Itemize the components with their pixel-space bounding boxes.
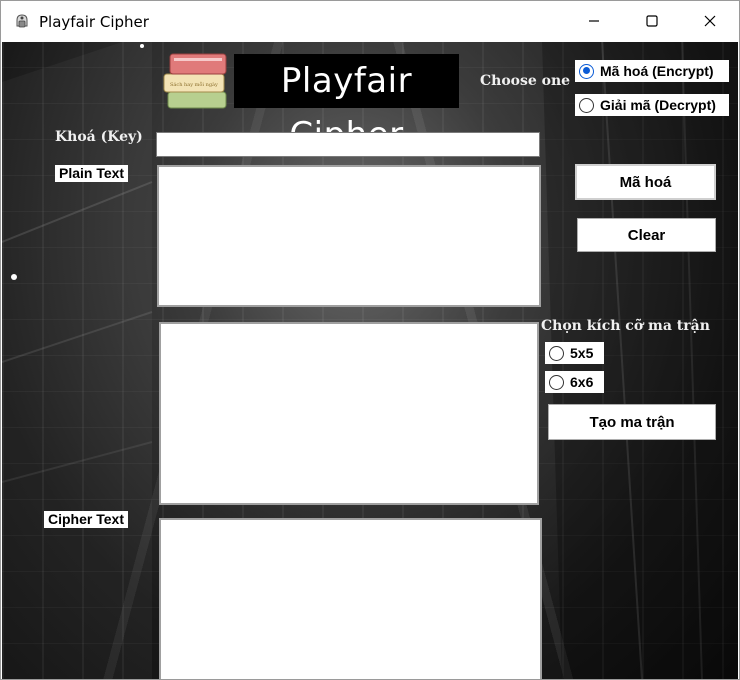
- app-icon: [16, 14, 28, 28]
- minimize-icon: [589, 20, 599, 22]
- matrix-size-label: Chọn kích cỡ ma trận: [541, 318, 710, 334]
- clear-button[interactable]: Clear: [577, 218, 716, 252]
- title-bar: Playfair Cipher: [1, 1, 739, 41]
- radio-encrypt[interactable]: Mã hoá (Encrypt): [575, 60, 729, 82]
- radio-decrypt[interactable]: Giải mã (Decrypt): [575, 94, 729, 116]
- radio-size-5x5[interactable]: 5x5: [545, 342, 604, 364]
- radio-encrypt-label: Mã hoá (Encrypt): [600, 63, 714, 79]
- radio-decrypt-label: Giải mã (Decrypt): [600, 97, 716, 113]
- radio-6x6-label: 6x6: [570, 374, 594, 390]
- close-icon: [704, 15, 716, 27]
- app-window: Playfair Cipher Sách hay mỗi ngày Playfa…: [0, 0, 740, 680]
- radio-5x5-label: 5x5: [570, 345, 594, 361]
- key-input[interactable]: [156, 132, 540, 157]
- key-label: Khoá (Key): [55, 129, 143, 145]
- window-title: Playfair Cipher: [39, 13, 149, 31]
- radio-5x5-indicator[interactable]: [549, 345, 564, 361]
- radio-encrypt-indicator[interactable]: [579, 63, 594, 79]
- radio-decrypt-indicator[interactable]: [579, 97, 594, 113]
- books-logo-icon: Sách hay mỗi ngày: [163, 53, 227, 109]
- maximize-icon: [646, 15, 658, 27]
- plain-text-area[interactable]: [157, 165, 541, 307]
- radio-size-6x6[interactable]: 6x6: [545, 371, 604, 393]
- cipher-text-area[interactable]: [159, 518, 542, 679]
- minimize-button[interactable]: [565, 1, 623, 41]
- encrypt-button[interactable]: Mã hoá: [575, 164, 716, 200]
- create-matrix-button[interactable]: Tạo ma trận: [548, 404, 716, 440]
- maximize-button[interactable]: [623, 1, 681, 41]
- close-button[interactable]: [681, 1, 739, 41]
- mode-label: Choose one: [480, 73, 571, 89]
- book-stamp: Sách hay mỗi ngày: [170, 80, 218, 88]
- cipher-text-label: Cipher Text: [44, 511, 128, 528]
- matrix-display-area[interactable]: [159, 322, 539, 505]
- form-background: Sách hay mỗi ngày Playfair Cipher Choose…: [2, 42, 738, 679]
- plain-text-label: Plain Text: [55, 165, 129, 182]
- radio-6x6-indicator[interactable]: [549, 374, 564, 390]
- app-logo-title: Playfair Cipher: [234, 54, 459, 155]
